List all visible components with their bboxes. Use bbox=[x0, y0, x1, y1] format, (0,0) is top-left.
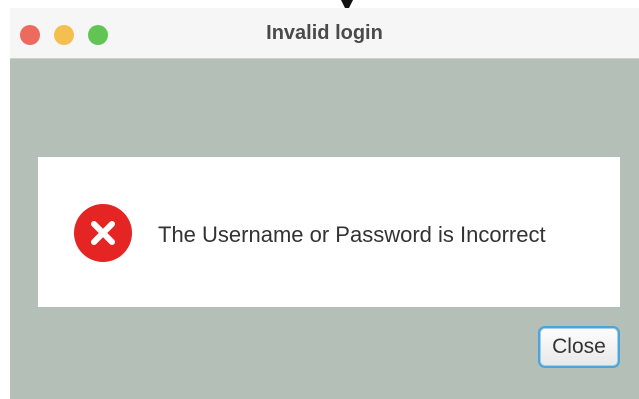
title-bar[interactable]: Invalid login bbox=[10, 8, 639, 59]
error-message: The Username or Password is Incorrect bbox=[158, 222, 546, 247]
error-x-icon bbox=[91, 221, 115, 245]
close-button[interactable]: Close bbox=[538, 326, 620, 368]
message-panel: The Username or Password is Incorrect bbox=[38, 157, 620, 307]
invalid-login-window: Invalid login The Username or Password i… bbox=[10, 8, 639, 399]
window-title: Invalid login bbox=[266, 22, 383, 44]
error-x-circle-icon bbox=[74, 204, 132, 262]
